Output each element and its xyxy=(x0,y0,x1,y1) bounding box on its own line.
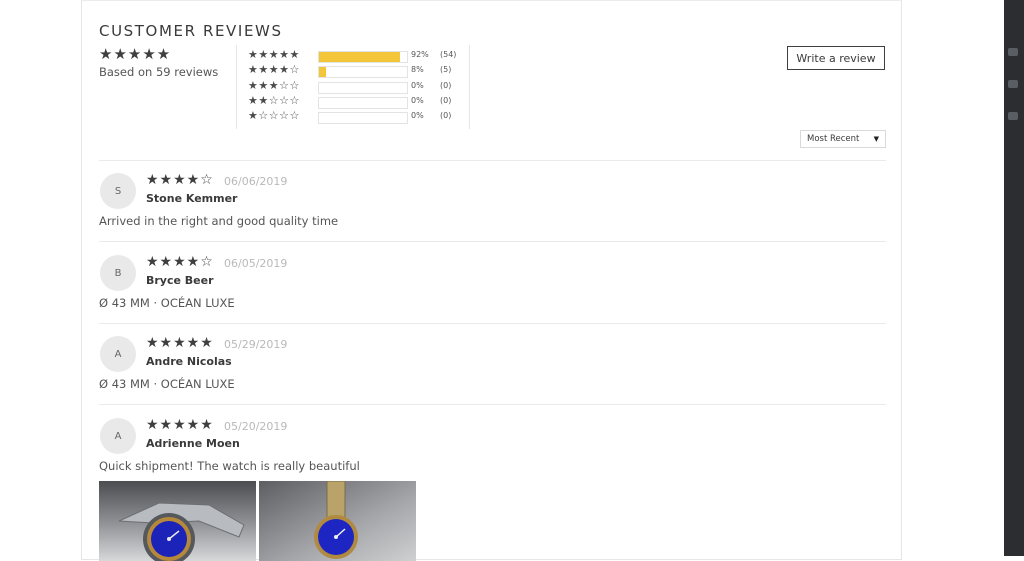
dropdown-arrow-icon: ▼ xyxy=(873,135,879,143)
side-icon xyxy=(1008,80,1018,88)
histogram-count: (0) xyxy=(440,96,452,105)
histogram-bar xyxy=(318,66,408,78)
summary-rating-stars: ★★★★★ xyxy=(99,45,172,63)
write-review-button[interactable]: Write a review xyxy=(787,46,885,70)
histogram-stars: ★★☆☆☆ xyxy=(248,94,300,107)
histogram-count: (0) xyxy=(440,81,452,90)
histogram-row-2[interactable]: ★★☆☆☆ 0% (0) xyxy=(248,94,463,109)
histogram-count: (54) xyxy=(440,50,457,59)
histogram-bar-fill xyxy=(319,52,400,62)
histogram-row-5[interactable]: ★★★★★ 92% (54) xyxy=(248,48,463,63)
review-date: 06/05/2019 xyxy=(224,257,288,270)
divider xyxy=(99,241,886,242)
histogram-percent: 0% xyxy=(411,111,424,120)
divider xyxy=(99,160,886,161)
reviewer-name: Adrienne Moen xyxy=(146,437,240,450)
review-date: 05/29/2019 xyxy=(224,338,288,351)
divider xyxy=(99,404,886,405)
sort-selected-value: Most Recent xyxy=(807,134,860,144)
histogram-row-1[interactable]: ★☆☆☆☆ 0% (0) xyxy=(248,109,463,124)
review-rating-stars: ★★★★☆ xyxy=(146,172,214,188)
histogram-row-4[interactable]: ★★★★☆ 8% (5) xyxy=(248,63,463,78)
review-body: Ø 43 MM · OCÉAN LUXE xyxy=(99,377,235,391)
histogram-percent: 0% xyxy=(411,81,424,90)
review-body: Ø 43 MM · OCÉAN LUXE xyxy=(99,296,235,310)
histogram-count: (0) xyxy=(440,111,452,120)
histogram-row-3[interactable]: ★★★☆☆ 0% (0) xyxy=(248,79,463,94)
histogram-bar-fill xyxy=(319,67,327,77)
avatar: B xyxy=(100,255,136,291)
histogram-percent: 0% xyxy=(411,96,424,105)
review-body: Arrived in the right and good quality ti… xyxy=(99,214,339,228)
review-photo[interactable] xyxy=(99,481,256,561)
review-rating-stars: ★★★★★ xyxy=(146,417,214,433)
side-icon xyxy=(1008,48,1018,56)
histogram-bar xyxy=(318,82,408,94)
histogram-bar xyxy=(318,97,408,109)
watch-photo-image xyxy=(99,481,256,561)
browser-side-strip xyxy=(1004,0,1024,556)
review-rating-stars: ★★★★☆ xyxy=(146,254,214,270)
divider xyxy=(99,323,886,324)
side-icon xyxy=(1008,112,1018,120)
watch-photo-image xyxy=(259,481,416,561)
reviewer-name: Stone Kemmer xyxy=(146,192,238,205)
histogram-stars: ★☆☆☆☆ xyxy=(248,109,300,122)
histogram-percent: 8% xyxy=(411,65,424,74)
histogram-bar xyxy=(318,51,408,63)
reviewer-name: Andre Nicolas xyxy=(146,355,232,368)
histogram-stars: ★★★★☆ xyxy=(248,63,300,76)
rating-histogram: ★★★★★ 92% (54) ★★★★☆ 8% (5) ★★★☆☆ 0% (0)… xyxy=(236,45,470,129)
histogram-stars: ★★★★★ xyxy=(248,48,300,61)
histogram-percent: 92% xyxy=(411,50,429,59)
avatar: A xyxy=(100,336,136,372)
section-title: CUSTOMER REVIEWS xyxy=(99,22,283,40)
histogram-stars: ★★★☆☆ xyxy=(248,79,300,92)
review-date: 06/06/2019 xyxy=(224,175,288,188)
review-photo[interactable] xyxy=(259,481,416,561)
review-count-text: Based on 59 reviews xyxy=(99,65,219,79)
avatar: A xyxy=(100,418,136,454)
sort-select[interactable]: Most Recent ▼ xyxy=(800,130,886,148)
review-body: Quick shipment! The watch is really beau… xyxy=(99,459,360,473)
histogram-count: (5) xyxy=(440,65,452,74)
histogram-bar xyxy=(318,112,408,124)
avatar: S xyxy=(100,173,136,209)
reviewer-name: Bryce Beer xyxy=(146,274,214,287)
review-date: 05/20/2019 xyxy=(224,420,288,433)
review-rating-stars: ★★★★★ xyxy=(146,335,214,351)
